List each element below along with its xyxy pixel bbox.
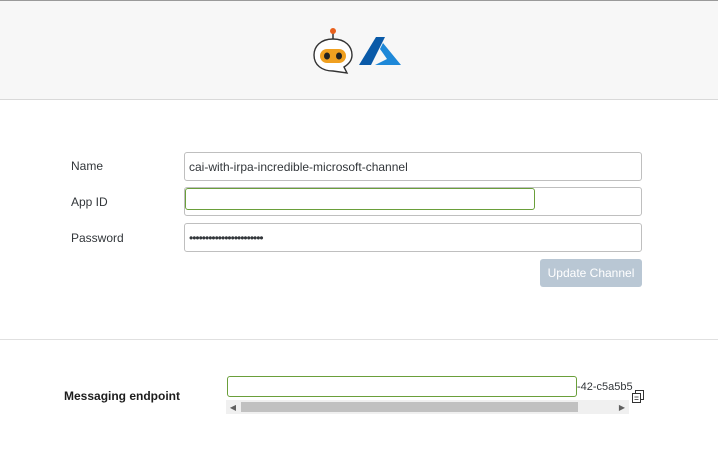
app-id-label: App ID <box>71 195 108 209</box>
scroll-right-arrow-icon[interactable]: ▶ <box>615 400 629 414</box>
scroll-thumb[interactable] <box>241 402 578 412</box>
password-field[interactable]: ••••••••••••••••••••••• <box>184 223 642 252</box>
update-channel-button[interactable]: Update Channel <box>540 259 642 287</box>
name-field[interactable]: cai-with-irpa-incredible-microsoft-chann… <box>184 152 642 181</box>
channel-header <box>0 0 718 100</box>
messaging-endpoint-label: Messaging endpoint <box>64 389 181 403</box>
messaging-endpoint-input[interactable] <box>227 376 577 397</box>
microsoft-azure-logo-icon <box>359 37 401 65</box>
endpoint-horizontal-scrollbar[interactable]: ◀ ▶ <box>226 400 629 414</box>
name-label: Name <box>71 159 104 173</box>
section-divider <box>0 339 718 340</box>
messaging-endpoint-value: -42-c5a5b5 <box>577 381 633 393</box>
password-label: Password <box>71 231 124 245</box>
app-id-input[interactable] <box>185 188 535 210</box>
copy-icon[interactable] <box>632 390 644 403</box>
scroll-left-arrow-icon[interactable]: ◀ <box>226 400 240 414</box>
sap-cai-bot-logo-icon <box>313 28 353 74</box>
